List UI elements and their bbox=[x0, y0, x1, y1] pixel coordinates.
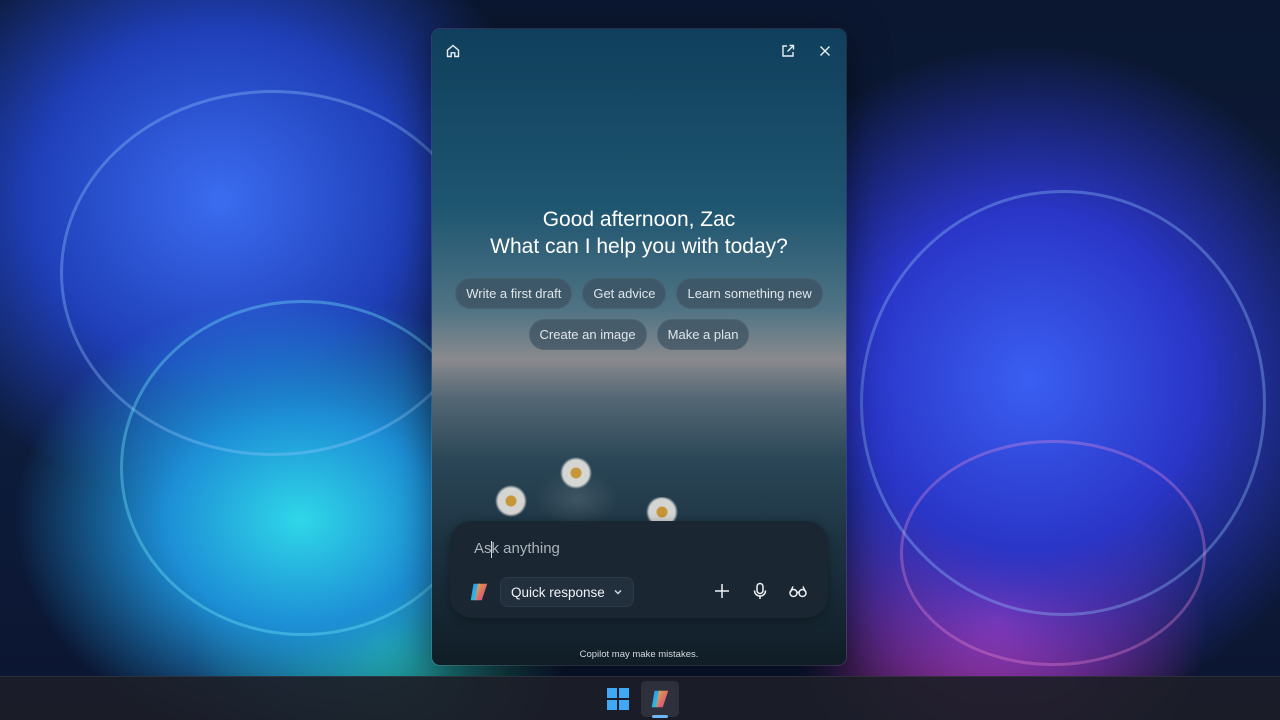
home-icon bbox=[446, 44, 460, 58]
background-flower bbox=[494, 484, 528, 518]
chip-create-image[interactable]: Create an image bbox=[528, 319, 647, 350]
desktop: Good afternoon, Zac What can I help you … bbox=[0, 0, 1280, 720]
vision-button[interactable] bbox=[785, 578, 811, 604]
suggestion-row: Create an image Make a plan bbox=[432, 319, 846, 350]
open-in-app-button[interactable] bbox=[777, 40, 799, 62]
response-mode-dropdown[interactable]: Quick response bbox=[500, 577, 634, 607]
copilot-logo-icon[interactable] bbox=[468, 581, 490, 603]
plus-icon bbox=[715, 584, 729, 598]
windows-start-icon bbox=[607, 688, 629, 710]
ask-input[interactable] bbox=[472, 534, 806, 562]
chip-make-plan[interactable]: Make a plan bbox=[656, 319, 750, 350]
chevron-down-icon bbox=[614, 589, 622, 595]
start-button[interactable] bbox=[604, 685, 632, 713]
response-mode-label: Quick response bbox=[511, 584, 605, 600]
greeting: Good afternoon, Zac What can I help you … bbox=[432, 206, 846, 260]
close-button[interactable] bbox=[814, 40, 836, 62]
prompt-line: What can I help you with today? bbox=[490, 235, 788, 258]
close-icon bbox=[820, 46, 830, 56]
chip-learn-something-new[interactable]: Learn something new bbox=[676, 278, 823, 309]
taskbar-copilot-app[interactable] bbox=[641, 681, 679, 717]
copilot-icon bbox=[651, 690, 669, 708]
wallpaper-swirl bbox=[900, 440, 1206, 666]
voice-input-button[interactable] bbox=[747, 578, 773, 604]
disclaimer-text: Copilot may make mistakes. bbox=[579, 649, 699, 660]
chip-write-first-draft[interactable]: Write a first draft bbox=[455, 278, 573, 309]
suggestion-row: Write a first draft Get advice Learn som… bbox=[432, 278, 846, 309]
home-button[interactable] bbox=[442, 40, 464, 62]
active-app-indicator bbox=[652, 715, 668, 718]
suggestion-chips: Write a first draft Get advice Learn som… bbox=[432, 278, 846, 360]
add-attachment-button[interactable] bbox=[709, 578, 735, 604]
greeting-line: Good afternoon, Zac bbox=[542, 208, 736, 231]
wallpaper-swirl bbox=[60, 90, 486, 456]
chat-composer: Quick response bbox=[450, 521, 828, 618]
text-caret bbox=[491, 541, 492, 558]
microphone-icon bbox=[753, 582, 767, 599]
vision-glasses-icon bbox=[789, 586, 807, 598]
wallpaper-swirl bbox=[860, 190, 1266, 616]
chip-get-advice[interactable]: Get advice bbox=[582, 278, 667, 309]
open-external-icon bbox=[782, 44, 795, 57]
background-flower bbox=[560, 457, 592, 489]
copilot-window: Good afternoon, Zac What can I help you … bbox=[432, 29, 846, 665]
taskbar bbox=[0, 676, 1280, 720]
